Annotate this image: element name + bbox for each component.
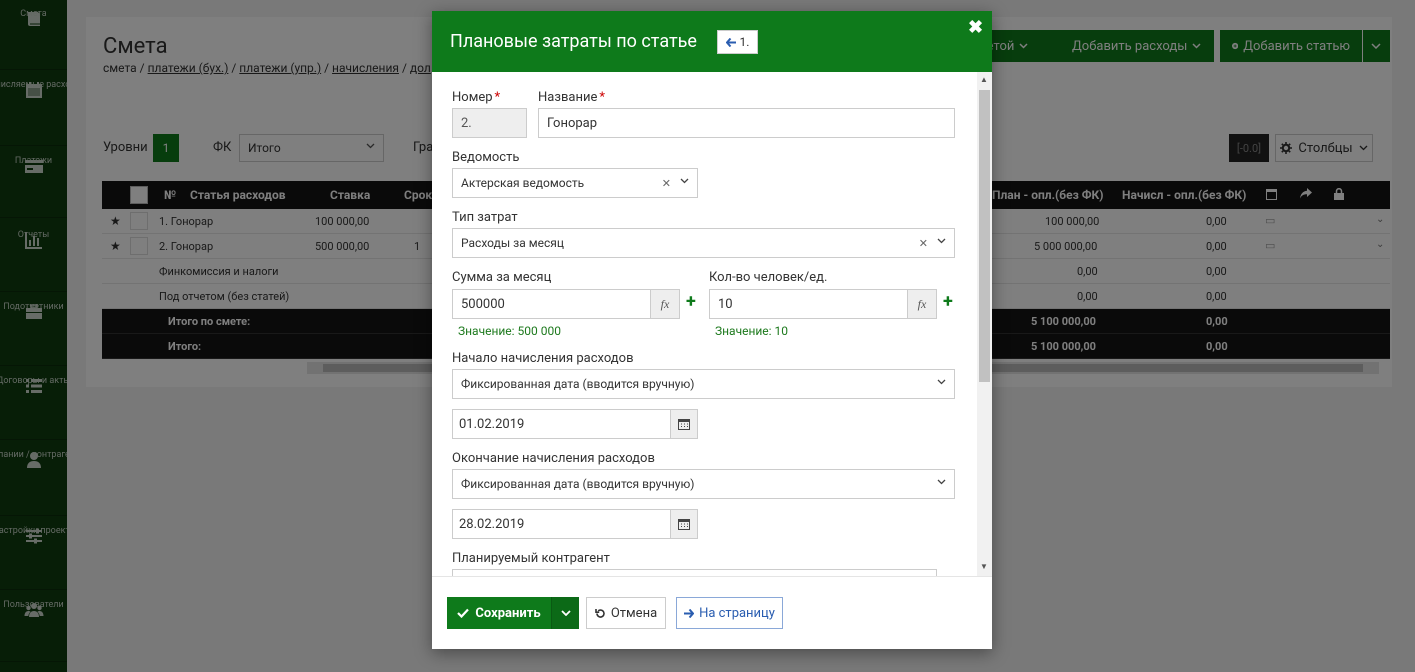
qty-input[interactable]: 10 (709, 289, 908, 319)
back-to-item-button[interactable]: 1. (717, 30, 758, 54)
cancel-button[interactable]: Отмена (586, 597, 666, 629)
arrow-right-icon (684, 608, 695, 618)
monthly-sum-label: Сумма за месяц (452, 270, 552, 285)
monthly-sum-input[interactable]: 500000 (452, 289, 651, 319)
calendar-button[interactable] (670, 509, 698, 539)
planned-costs-modal: Плановые затраты по статье 1. ✖ Номер * 2… (432, 11, 992, 649)
chevron-down-icon (937, 379, 946, 385)
formula-button[interactable]: fx (650, 289, 680, 319)
clear-icon[interactable]: ✕ (919, 237, 928, 250)
sheet-label: Ведомость (452, 150, 520, 165)
scroll-down-icon[interactable]: ▼ (980, 562, 988, 571)
cancel-button-label: Отмена (610, 605, 658, 621)
cost-type-select[interactable]: Расходы за месяц ✕ (452, 228, 955, 258)
modal-vertical-scrollbar[interactable]: ▲ ▼ (977, 72, 992, 576)
modal-title: Плановые затраты по статье (450, 31, 697, 52)
number-field: 2. (452, 108, 527, 138)
chevron-down-icon (937, 479, 946, 485)
calendar-icon (678, 419, 690, 430)
number-label: Номер * (452, 90, 501, 105)
chevron-down-icon (560, 610, 571, 616)
contractor-select[interactable] (452, 569, 937, 576)
sheet-select[interactable]: Актерская ведомость ✕ (452, 168, 698, 198)
cost-type-value: Расходы за месяц (461, 236, 564, 250)
chevron-down-icon (680, 178, 689, 184)
calendar-button[interactable] (670, 409, 698, 439)
end-label: Окончание начисления расходов (452, 451, 655, 466)
modal-body: Номер * 2. Название * Гонорар Ведомость Ак… (432, 72, 977, 576)
start-date-input[interactable]: 01.02.2019 (452, 409, 671, 439)
close-icon[interactable]: ✖ (968, 17, 983, 38)
scrollbar-thumb[interactable] (979, 90, 990, 382)
save-button[interactable]: Сохранить (447, 597, 551, 629)
undo-icon (595, 608, 605, 618)
end-date-input[interactable]: 28.02.2019 (452, 509, 671, 539)
name-input[interactable]: Гонорар (538, 108, 955, 138)
start-mode-value: Фиксированная дата (вводится вручную) (461, 377, 695, 391)
save-dropdown-button[interactable] (551, 597, 579, 629)
contractor-label: Планируемый контрагент (452, 551, 610, 566)
modal-footer: Сохранить Отмена На страницу (432, 576, 992, 649)
name-label: Название * (538, 90, 605, 105)
start-label: Начало начисления расходов (452, 351, 634, 366)
start-mode-select[interactable]: Фиксированная дата (вводится вручную) (452, 369, 955, 399)
cost-type-label: Тип затрат (452, 210, 518, 225)
monthly-sum-hint: Значение: 500 000 (458, 324, 561, 338)
sheet-select-value: Актерская ведомость (461, 176, 585, 190)
qty-label: Кол-во человек/ед. (709, 270, 828, 285)
arrow-left-icon (725, 37, 736, 47)
calendar-icon (678, 519, 690, 530)
save-button-label: Сохранить (475, 605, 541, 621)
back-to-item-label: 1. (739, 35, 750, 49)
clear-icon[interactable]: ✕ (662, 177, 671, 190)
end-mode-value: Фиксированная дата (вводится вручную) (461, 477, 695, 491)
to-page-button-label: На страницу (699, 605, 775, 621)
qty-hint: Значение: 10 (715, 324, 789, 338)
plus-icon[interactable]: + (943, 291, 953, 312)
end-mode-select[interactable]: Фиксированная дата (вводится вручную) (452, 469, 955, 499)
check-icon (457, 608, 470, 618)
to-page-button[interactable]: На страницу (676, 597, 783, 629)
plus-icon[interactable]: + (686, 291, 696, 312)
formula-button[interactable]: fx (907, 289, 937, 319)
scroll-up-icon[interactable]: ▲ (980, 75, 988, 84)
modal-header: Плановые затраты по статье 1. ✖ (432, 11, 992, 72)
chevron-down-icon (937, 238, 946, 244)
